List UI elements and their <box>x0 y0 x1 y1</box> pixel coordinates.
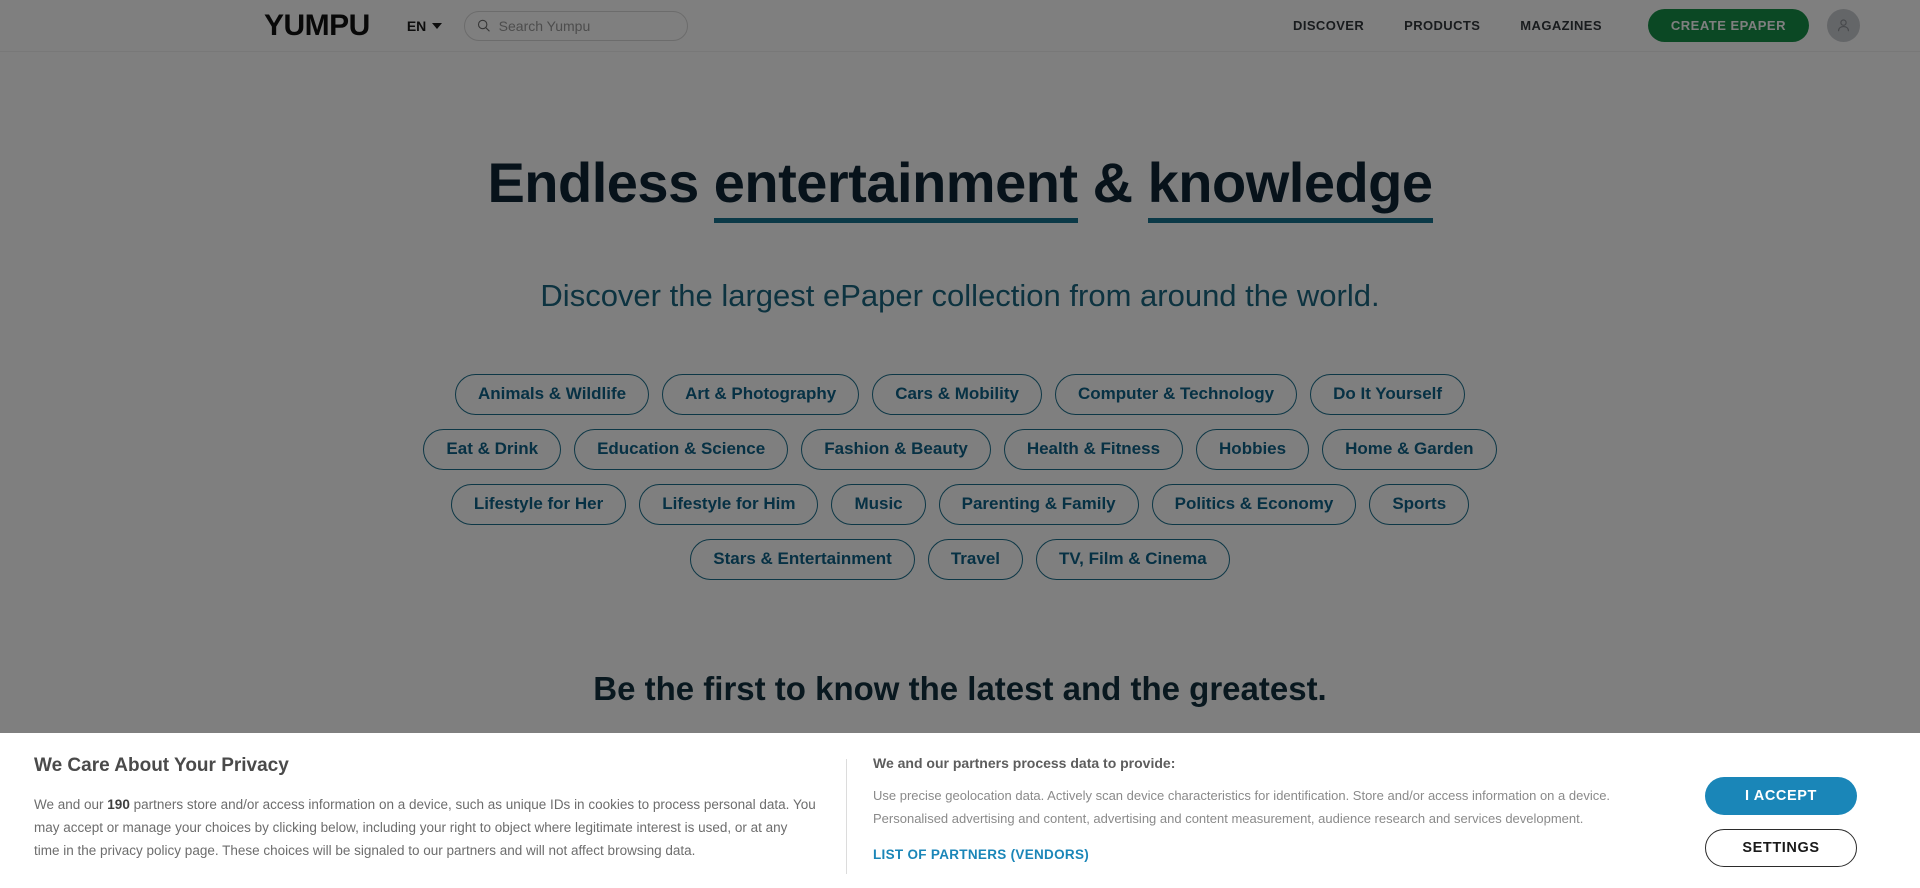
category-chip-lifestyle-for-her[interactable]: Lifestyle for Her <box>450 483 627 525</box>
chevron-down-icon <box>432 22 443 29</box>
primary-navigation: DISCOVER PRODUCTS MAGAZINES CREATE EPAPE… <box>1273 9 1860 42</box>
consent-title: We Care About Your Privacy <box>34 755 289 776</box>
hero-section: Endless entertainment & knowledge Discov… <box>0 52 1920 708</box>
search-icon <box>478 19 490 32</box>
consent-purposes-column: We and our partners process data to prov… <box>873 755 1676 864</box>
consent-body-prefix: We and our <box>34 797 108 812</box>
consent-purposes-title: We and our partners process data to prov… <box>873 755 1176 771</box>
category-chip-home-garden[interactable]: Home & Garden <box>1322 428 1497 470</box>
consent-column-divider <box>846 759 847 874</box>
category-chip-list: Animals & Wildlife Art & Photography Car… <box>395 373 1525 580</box>
category-chip-tv-film-cinema[interactable]: TV, Film & Cinema <box>1036 538 1230 580</box>
category-chip-travel[interactable]: Travel <box>927 538 1023 580</box>
user-avatar-icon <box>1838 19 1849 32</box>
consent-actions: I ACCEPT SETTINGS <box>1676 755 1886 867</box>
accept-button[interactable]: I ACCEPT <box>1705 777 1857 815</box>
settings-button[interactable]: SETTINGS <box>1705 829 1857 867</box>
list-of-partners-link[interactable]: LIST OF PARTNERS (VENDORS) <box>873 847 1089 862</box>
category-chip-computer-technology[interactable]: Computer & Technology <box>1054 373 1298 415</box>
hero-heading-part2: & <box>1077 151 1148 214</box>
yumpu-logo[interactable]: YUMPU <box>264 10 370 41</box>
consent-partner-count: 190 <box>107 797 130 812</box>
hero-heading-entertainment: entertainment <box>713 151 1078 223</box>
category-chip-eat-drink[interactable]: Eat & Drink <box>423 428 562 470</box>
page-title: Endless entertainment & knowledge <box>0 151 1920 223</box>
search-box[interactable] <box>464 10 689 41</box>
hero-subtitle: Discover the largest ePaper collection f… <box>540 277 1380 313</box>
category-chip-cars-mobility[interactable]: Cars & Mobility <box>872 373 1042 415</box>
consent-body-suffix: partners store and/or access information… <box>34 797 816 859</box>
category-chip-lifestyle-for-him[interactable]: Lifestyle for Him <box>639 483 819 525</box>
language-label: EN <box>406 17 427 34</box>
category-chip-animals-wildlife[interactable]: Animals & Wildlife <box>454 373 650 415</box>
category-chip-hobbies[interactable]: Hobbies <box>1196 428 1310 470</box>
hero-heading-part1: Endless <box>487 151 714 214</box>
nav-item-magazines[interactable]: MAGAZINES <box>1500 18 1622 33</box>
category-chip-parenting-family[interactable]: Parenting & Family <box>938 483 1139 525</box>
nav-item-discover[interactable]: DISCOVER <box>1273 18 1384 33</box>
create-epaper-button[interactable]: CREATE EPAPER <box>1647 9 1809 42</box>
newsletter-teaser-heading: Be the first to know the latest and the … <box>593 669 1327 707</box>
category-chip-education-science[interactable]: Education & Science <box>574 428 789 470</box>
category-chip-art-photography[interactable]: Art & Photography <box>662 373 860 415</box>
search-input[interactable] <box>498 17 676 34</box>
category-chip-stars-entertainment[interactable]: Stars & Entertainment <box>690 538 915 580</box>
language-selector[interactable]: EN <box>406 17 443 34</box>
account-avatar-button[interactable] <box>1827 9 1860 42</box>
consent-purposes-body: Use precise geolocation data. Actively s… <box>873 788 1611 826</box>
category-chip-do-it-yourself[interactable]: Do It Yourself <box>1310 373 1466 415</box>
category-chip-health-fitness[interactable]: Health & Fitness <box>1003 428 1184 470</box>
site-header: YUMPU EN DISCOVER PRODUCTS MAGAZINES CRE… <box>0 0 1920 52</box>
category-chip-fashion-beauty[interactable]: Fashion & Beauty <box>801 428 991 470</box>
consent-body: We and our 190 partners store and/or acc… <box>34 793 816 863</box>
nav-item-products[interactable]: PRODUCTS <box>1384 18 1500 33</box>
category-chip-politics-economy[interactable]: Politics & Economy <box>1151 483 1357 525</box>
hero-heading-knowledge: knowledge <box>1147 151 1433 223</box>
consent-intro-column: We Care About Your Privacy We and our 19… <box>34 755 846 863</box>
privacy-consent-banner: We Care About Your Privacy We and our 19… <box>0 733 1920 888</box>
category-chip-music[interactable]: Music <box>831 483 926 525</box>
category-chip-sports[interactable]: Sports <box>1369 483 1470 525</box>
